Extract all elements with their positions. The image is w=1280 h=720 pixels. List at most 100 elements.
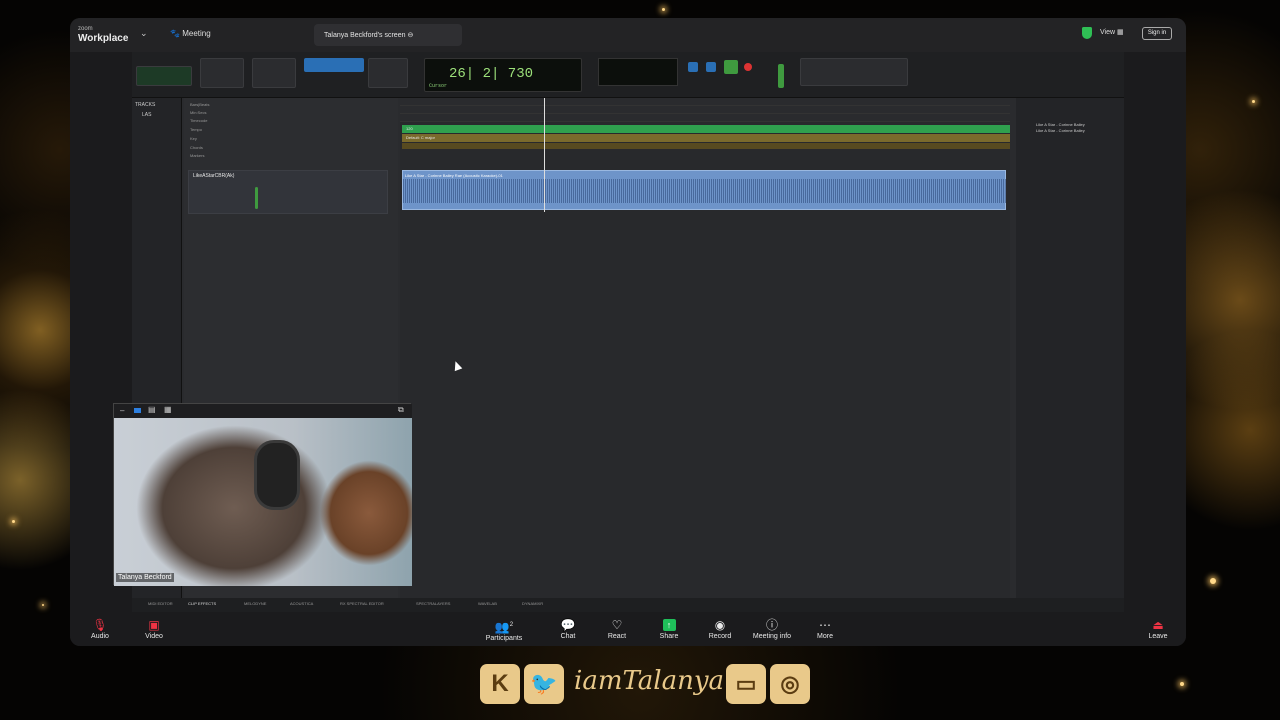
more-button[interactable]: ⋯ More: [795, 619, 855, 640]
react-label: React: [607, 633, 627, 640]
main-counter[interactable]: 26| 2| 730 Cursor: [424, 58, 582, 92]
edit-mode-group[interactable]: [136, 66, 192, 86]
grid-view-icon[interactable]: ▦: [164, 405, 172, 414]
key-lane[interactable]: Default: C major: [402, 134, 1010, 142]
tab-dynamixr[interactable]: DYNAMIXR: [522, 601, 543, 606]
participant-name: Talanya Beckford: [116, 573, 174, 582]
chevron-down-icon[interactable]: ⌄: [140, 28, 148, 39]
instagram-icon: ◎: [770, 664, 810, 704]
meeting-tab[interactable]: 🐾 Meeting: [170, 29, 211, 38]
ruler-label-tempo: Tempo: [190, 127, 203, 132]
browser-item[interactable]: Like A Star - Corinne Bailey: [1036, 122, 1085, 127]
heart-icon: ♡: [611, 618, 623, 632]
sparkle: [12, 520, 15, 523]
participants-icon: 👥2: [494, 620, 514, 634]
bars-ruler: [400, 98, 1010, 106]
secondary-counter[interactable]: [598, 58, 678, 86]
zoom-logo: zoom Workplace: [78, 25, 128, 44]
video-label: Video: [145, 633, 163, 640]
zoom-window: zoom Workplace ⌄ 🐾 Meeting Talanya Beckf…: [70, 18, 1186, 646]
zoom-top-bar: zoom Workplace ⌄ 🐾 Meeting Talanya Beckf…: [70, 18, 1186, 52]
video-off-icon: ▣: [148, 618, 160, 632]
ruler-label-minsecs: Min:Secs: [190, 110, 207, 115]
tab-midi-editor[interactable]: MIDI EDITOR: [148, 601, 173, 606]
zoom-control-bar: 🎙 Audio ▣ Video 👥2 Participants 💬 Chat ♡ Reac…: [70, 612, 1186, 646]
clip-label: Like A Star - Corinne Bailey Rae (Acoust…: [405, 173, 503, 178]
minus-circle-icon[interactable]: ⊖: [407, 32, 413, 39]
timeline[interactable]: 120 Default: C major Like A Star - Corin…: [400, 98, 1010, 598]
audio-clip[interactable]: Like A Star - Corinne Bailey Rae (Acoust…: [402, 170, 1007, 210]
sparkle: [1210, 578, 1216, 584]
video-button[interactable]: ▣ Video: [124, 619, 184, 640]
expand-icon[interactable]: ⧉: [398, 405, 404, 415]
playhead[interactable]: [544, 98, 545, 212]
tools-group[interactable]: [368, 58, 408, 88]
cursor-label: Cursor: [429, 83, 448, 89]
bottom-tabs: MIDI EDITOR CLIP EFFECTS MELODYNE ACOUST…: [132, 598, 1124, 612]
twitter-icon: 🐦: [524, 664, 564, 704]
tab-melodyne[interactable]: MELODYNE: [244, 601, 266, 606]
track-header[interactable]: LikeAStarCBR(Ak): [188, 170, 388, 214]
meeting-tab-label: Meeting: [182, 29, 211, 38]
chords-lane[interactable]: [402, 143, 1010, 149]
record-button[interactable]: [744, 63, 752, 71]
react-button[interactable]: ♡ React: [587, 619, 647, 640]
leave-icon: ⏏: [1152, 618, 1164, 632]
daw-toolbar: 26| 2| 730 Cursor: [132, 52, 1124, 98]
video-thumbnail-bar: – ▤ ▦ ⧉: [114, 404, 412, 418]
more-icon: ⋯: [819, 618, 831, 632]
browser-panel: Like A Star - Corinne Bailey Like A Star…: [1016, 98, 1124, 612]
speaker-view-icon[interactable]: [134, 408, 141, 413]
tab-acoustica[interactable]: ACOUSTICA: [290, 601, 313, 606]
ruler-label-key: Key: [190, 136, 197, 141]
record-icon: ◉: [714, 618, 726, 632]
mic-muted-icon: 🎙: [92, 618, 108, 632]
sparkle: [1180, 682, 1184, 686]
participants-button[interactable]: 👥2 Participants: [474, 619, 534, 642]
level-meter: [778, 64, 784, 88]
play-button[interactable]: [724, 60, 738, 74]
video-thumbnail[interactable]: – ▤ ▦ ⧉ Talanya Beckford: [113, 403, 412, 586]
chat-label: Chat: [560, 633, 576, 640]
track-name[interactable]: LikeAStarCBR(Ak): [193, 173, 234, 179]
tempo-value: 120: [406, 126, 413, 131]
tab-rx-spectral-editor[interactable]: RX SPECTRAL EDITOR: [340, 601, 384, 606]
view-button-label: View: [1100, 29, 1116, 36]
tab-clip-effects[interactable]: CLIP EFFECTS: [188, 601, 216, 606]
shared-screen-tab[interactable]: Talanya Beckford's screen ⊖: [314, 24, 462, 46]
twitch-icon: ▭: [726, 664, 766, 704]
gallery-view-icon[interactable]: ▤: [148, 405, 156, 414]
zoom-tools-group[interactable]: [200, 58, 244, 88]
tab-spectralayers[interactable]: SPECTRALAYERS: [416, 601, 450, 606]
ruler-label-timecode: Timecode: [190, 118, 208, 123]
ruler-label-chords: Chords: [190, 145, 203, 150]
track-list-item[interactable]: LAS: [142, 112, 151, 118]
social-overlay: K 🐦 iamTalanya ▭ ◎: [478, 660, 814, 710]
nav-tools-group[interactable]: [252, 58, 296, 88]
stop-button[interactable]: [706, 62, 716, 72]
kick-icon: K: [480, 664, 520, 704]
minimize-icon[interactable]: –: [120, 406, 124, 415]
edit-tools-group[interactable]: [304, 58, 364, 72]
social-handle: iamTalanya: [574, 666, 725, 696]
record-button[interactable]: ◉ Record: [690, 619, 750, 640]
tab-wavelab[interactable]: WAVELAB: [478, 601, 497, 606]
share-icon: ↑: [662, 619, 676, 631]
loop-button[interactable]: [688, 62, 698, 72]
view-button[interactable]: View ▦: [1100, 28, 1124, 36]
grid-settings[interactable]: [800, 58, 908, 86]
leave-button[interactable]: ⏏ Leave: [1128, 619, 1186, 640]
meeting-info-label: Meeting info: [752, 633, 792, 640]
timecode-ruler: [400, 114, 1010, 122]
audio-label: Audio: [91, 633, 109, 640]
key-value: Default: C major: [406, 135, 435, 140]
meeting-info-button[interactable]: ⓘ Meeting info: [742, 619, 802, 640]
tempo-lane[interactable]: 120: [402, 125, 1010, 133]
sign-in-button[interactable]: Sign in: [1142, 27, 1172, 40]
audio-button[interactable]: 🎙 Audio: [70, 619, 130, 640]
record-label: Record: [708, 633, 732, 640]
browser-item[interactable]: Like A Star - Corinne Bailey: [1036, 128, 1085, 133]
participant-video: Talanya Beckford: [114, 418, 412, 586]
track-meter: [255, 187, 258, 209]
participants-label: Participants: [485, 635, 523, 642]
